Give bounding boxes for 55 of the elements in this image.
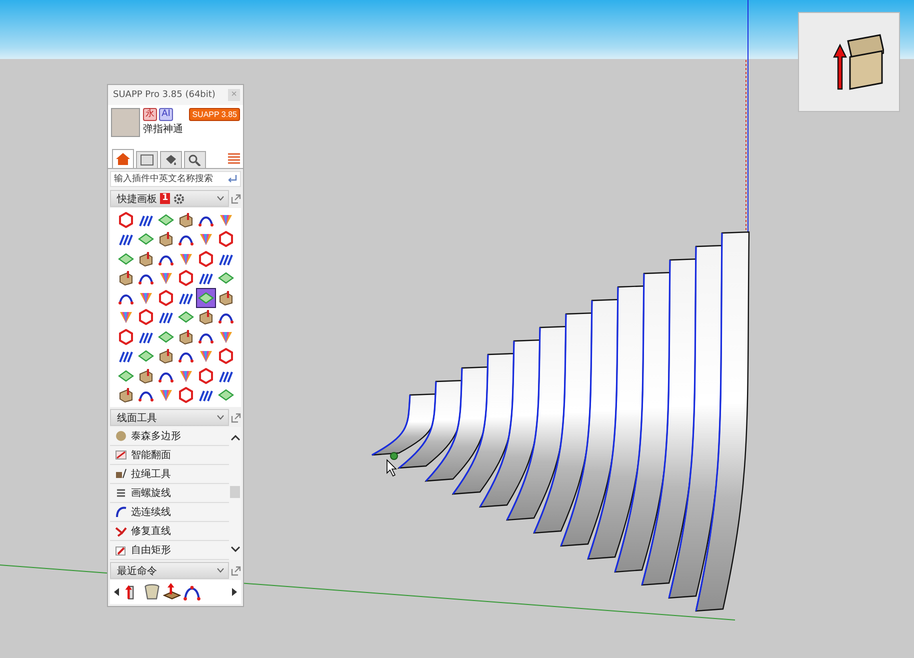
user-name: 弹指神通 [143,122,183,136]
panel-title: SUAPP Pro 3.85 (64bit) [113,90,216,100]
tool-list-item[interactable]: 修复直线 [110,522,229,541]
section-header[interactable]: 最近命令 [110,562,229,579]
tab[interactable] [136,151,158,168]
photo-placeholder [111,108,140,137]
settings-icon[interactable] [173,192,186,204]
tool-icon [115,449,127,461]
section-title: 线面工具 [117,412,157,424]
scroll-up-icon[interactable] [230,435,240,441]
caret-icon [217,415,224,420]
scroll-left-icon[interactable] [114,588,119,596]
scroll-down-icon[interactable] [230,546,240,552]
tool-list-item[interactable]: 画螺旋线 [110,484,229,503]
enter-icon [227,175,237,183]
caret-icon [217,196,224,201]
paint-bucket-icon [164,154,178,166]
tool-list-item[interactable]: 泰森多边形 [110,427,229,446]
tool-icon[interactable] [196,288,216,308]
pop-out-icon[interactable] [231,194,241,204]
tool-icon[interactable] [183,583,201,601]
tool-icon [115,430,127,442]
list-icon [140,154,154,166]
tool-icon[interactable] [163,583,181,601]
pop-out-icon[interactable] [231,412,241,422]
cursor-icon [386,459,397,477]
badge: 永 [143,108,157,121]
scroll-right-icon[interactable] [232,588,237,596]
tab[interactable] [112,149,134,168]
tool-icon [115,468,127,480]
tool-icon [115,487,127,499]
tool-icon [115,525,127,537]
scrollbar[interactable] [229,427,241,560]
tab[interactable] [160,151,182,168]
section-header[interactable]: 快捷画板 1 [110,190,229,207]
section-header[interactable]: 线面工具 [110,409,229,426]
section-title: 快捷画板 [117,192,157,206]
tool-list-item[interactable]: 智能翻面 [110,446,229,465]
search-icon [188,154,202,166]
push-pull-tool-button[interactable] [798,12,900,112]
tool-list-item[interactable]: 拉绳工具 [110,465,229,484]
badge: AI [159,108,173,121]
tool-list-item[interactable]: 自由矩形 [110,541,229,560]
tool-icon [115,506,127,518]
caret-icon [217,568,224,573]
tool-list-item[interactable]: 选连续线 [110,503,229,522]
menu-icon[interactable] [228,153,240,164]
tool-icon [115,544,127,556]
point-marker [390,452,398,460]
pop-out-icon[interactable] [231,566,241,576]
tab[interactable] [184,151,206,168]
section-title: 最近命令 [117,564,157,578]
scroll-thumb[interactable] [230,486,240,498]
count-badge: 1 [160,193,170,204]
home-icon [116,153,130,165]
